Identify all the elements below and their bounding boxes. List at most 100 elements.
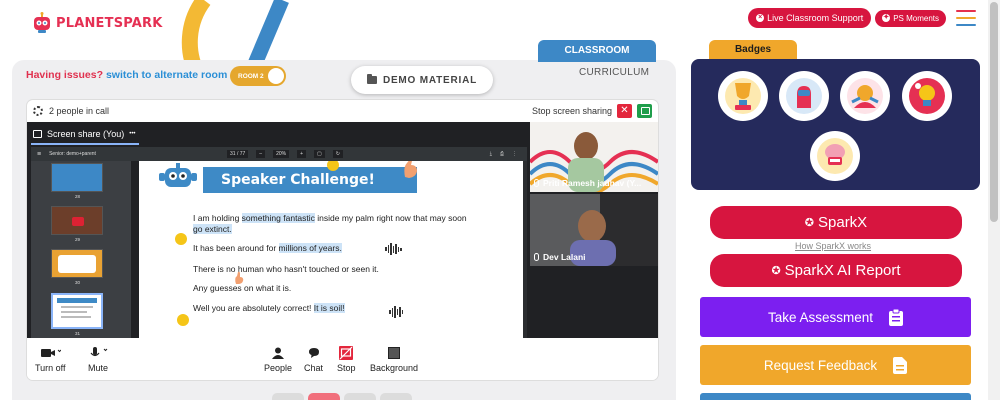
call-controls: Turn off Mute People Chat Stop Backgroun…	[27, 338, 658, 380]
ps-moments-button[interactable]: ✦ PS Moments	[875, 9, 946, 27]
chat-label: Chat	[304, 363, 324, 373]
demo-material-label: DEMO MATERIAL	[382, 74, 478, 86]
screen-share-tab[interactable]: Screen share (You) •••	[27, 122, 527, 146]
stop-share-button[interactable]: Stop	[337, 346, 356, 373]
pdf-menu-icon[interactable]: ≡	[37, 151, 41, 158]
robot-logo-icon	[34, 12, 50, 33]
print-icon[interactable]: ⎙	[500, 151, 504, 157]
tab-curriculum[interactable]: CURRICULUM	[579, 67, 649, 78]
pdf-thumbnail[interactable]	[51, 249, 103, 278]
sparkx-report-label: SparkX AI Report	[784, 262, 901, 279]
screen-share-label: Screen share (You)	[47, 129, 125, 139]
chat-button[interactable]: Chat	[304, 346, 323, 373]
trophy-badge-icon[interactable]	[718, 71, 768, 121]
audio-wave-icon	[385, 243, 402, 255]
worried-emoji-icon	[175, 233, 187, 245]
room-toggle-label: ROOM 2	[238, 72, 264, 80]
settings-gear-icon[interactable]	[33, 106, 43, 116]
how-sparkx-works-link[interactable]: How SparkX works	[795, 241, 871, 251]
switch-room-link[interactable]: switch to alternate room	[106, 69, 227, 81]
sparkx-ai-report-button[interactable]: ✪ SparkX AI Report	[710, 254, 962, 287]
page-button-active[interactable]	[308, 393, 340, 400]
request-feedback-button[interactable]: Request Feedback	[700, 345, 971, 385]
zoom-in-icon[interactable]: +	[297, 150, 307, 158]
badges-panel	[691, 59, 980, 190]
stop-sharing-label: Stop screen sharing	[531, 106, 612, 116]
slide-line-1: I am holding something fantastic inside …	[193, 213, 467, 223]
pdf-file-name: Senior: demo+parent	[49, 151, 96, 157]
participant-video-tile[interactable]: Priti Ramesh jadhav (Y...	[530, 122, 658, 192]
video-camera-icon	[39, 346, 62, 360]
chat-bubble-icon	[308, 346, 320, 360]
pdf-scrollbar[interactable]	[523, 161, 527, 338]
worried-emoji-icon	[177, 314, 189, 326]
document-icon	[893, 356, 908, 374]
background-label: Background	[370, 363, 419, 373]
slide-line-5: Any guesses on what it is.	[193, 283, 292, 293]
pdf-thumbnail[interactable]	[51, 163, 103, 192]
slide-line-4: There is no human who hasn't touched or …	[193, 264, 379, 274]
slide-line-3: It has been around for millions of years…	[193, 243, 342, 253]
clipboard-icon	[889, 308, 904, 326]
page-scrollbar[interactable]	[988, 0, 1000, 400]
pdf-toolbar: ≡ Senior: demo+parent 31 / 77 – 20% + ▢ …	[31, 147, 527, 161]
screen-share-icon[interactable]	[637, 104, 652, 118]
fist-badge-icon[interactable]	[779, 71, 829, 121]
people-label: People	[264, 363, 293, 373]
thumbnail-number: 28	[75, 194, 81, 199]
zoom-out-icon[interactable]: –	[256, 150, 266, 158]
active-tab-indicator	[31, 143, 139, 145]
brain-badge-icon[interactable]	[810, 131, 860, 181]
scrollbar-thumb[interactable]	[990, 2, 998, 222]
call-top-bar: 2 people in call Stop screen sharing ✕	[27, 100, 658, 122]
page-button[interactable]	[272, 393, 304, 400]
turn-off-label: Turn off	[35, 363, 66, 373]
people-button[interactable]: People	[264, 346, 292, 373]
thumbnail-number: 31	[75, 331, 81, 336]
toggle-knob	[268, 68, 284, 84]
star-circle-icon: ✦	[882, 14, 891, 22]
badges-tab[interactable]: Badges	[709, 40, 797, 60]
live-support-button[interactable]: × Live Classroom Support	[748, 8, 872, 28]
people-count: 2 people in call	[49, 106, 110, 116]
participant-name: Dev Lalani	[534, 252, 586, 262]
participant-video-tile[interactable]: Dev Lalani	[530, 194, 658, 266]
room-toggle[interactable]: ROOM 2	[230, 66, 286, 86]
slide-title: Speaker Challenge!	[203, 167, 417, 193]
pdf-thumbnail[interactable]	[51, 206, 103, 235]
more-options-icon[interactable]: •••	[129, 131, 135, 137]
present-icon	[33, 130, 42, 138]
slide-line-6: Well you are absolutely correct! It is s…	[193, 303, 345, 313]
mute-button[interactable]: Mute	[87, 346, 109, 373]
hamburger-menu-icon[interactable]	[956, 10, 976, 26]
tab-classroom[interactable]: CLASSROOM	[538, 40, 656, 62]
spark-star-icon: ✪	[804, 217, 814, 229]
take-assessment-button[interactable]: Take Assessment	[700, 297, 971, 337]
pdf-more-icon[interactable]: ⋮	[512, 151, 517, 157]
rotate-icon[interactable]: ↻	[332, 150, 343, 158]
take-assessment-label: Take Assessment	[767, 309, 874, 325]
page-button[interactable]	[344, 393, 376, 400]
background-button[interactable]: Background	[370, 346, 418, 373]
cat-hero-badge-icon[interactable]	[840, 71, 890, 121]
stop-sharing-close-icon[interactable]: ✕	[617, 104, 632, 118]
pdf-thumbnail-active[interactable]	[51, 293, 103, 329]
thumbnail-number: 29	[75, 237, 81, 242]
sparkx-button[interactable]: ✪ SparkX	[710, 206, 962, 239]
download-icon[interactable]: ⤓	[490, 151, 492, 157]
next-action-button[interactable]	[700, 393, 971, 400]
lightbulb-badge-icon[interactable]	[902, 71, 952, 121]
issues-banner: Having issues? switch to alternate room	[26, 69, 227, 81]
fit-page-icon[interactable]: ▢	[314, 150, 325, 158]
demo-material-button[interactable]: DEMO MATERIAL	[351, 66, 493, 94]
person-icon	[272, 346, 285, 360]
pdf-page-indicator[interactable]: 31 / 77	[227, 150, 249, 158]
pdf-zoom[interactable]: 20%	[273, 150, 290, 158]
camera-toggle-button[interactable]: Turn off	[35, 346, 66, 373]
page-button[interactable]	[380, 393, 412, 400]
planetspark-logo[interactable]: PLANETSPARK	[32, 12, 163, 34]
audio-wave-icon	[389, 306, 403, 318]
pdf-thumbnail-sidebar: 28 29 30 31	[31, 161, 131, 338]
pdf-page: Speaker Challenge! I am holding somethin…	[139, 161, 523, 338]
background-icon	[388, 346, 401, 360]
